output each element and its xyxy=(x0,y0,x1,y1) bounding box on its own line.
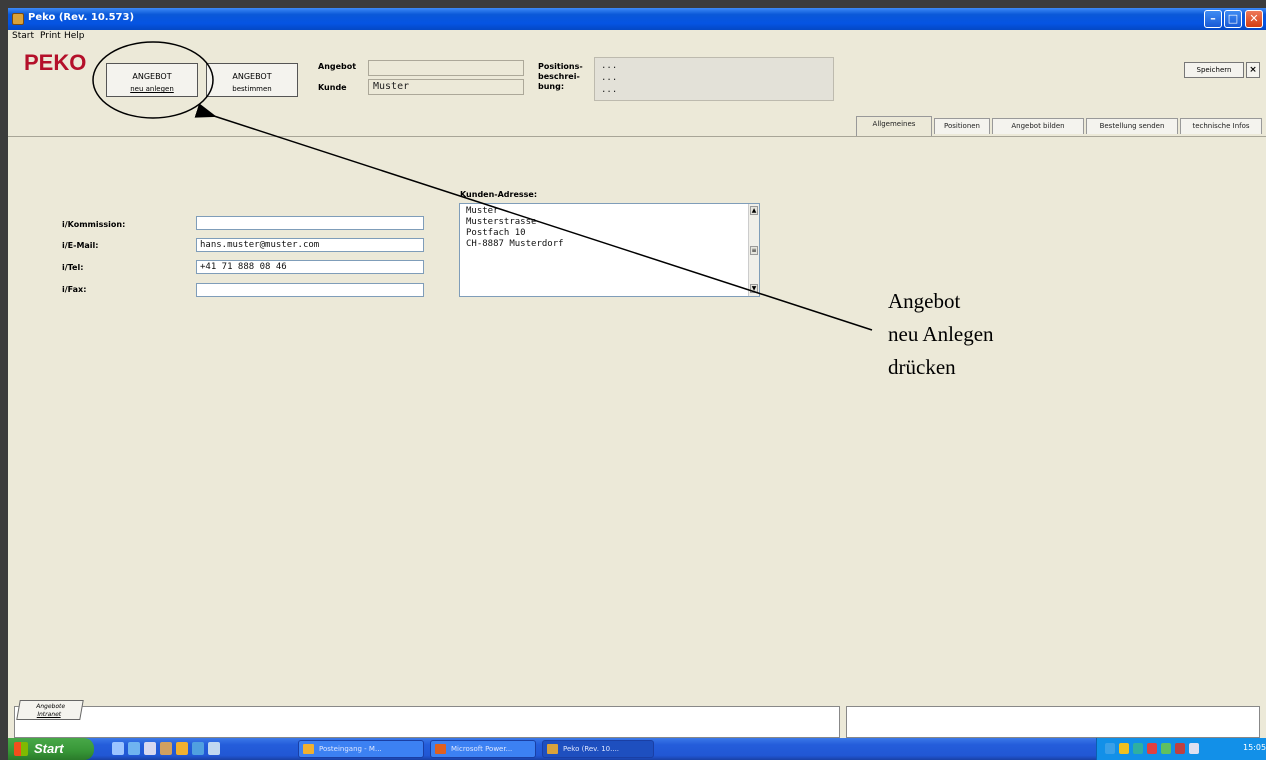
clock[interactable]: 15:05 xyxy=(1243,743,1266,752)
annotation-line: drücken xyxy=(888,355,956,379)
app-window: Peko (Rev. 10.573) – □ ✕ Start Print Hel… xyxy=(8,8,1266,760)
status-tab-sublabel: Intranet xyxy=(36,711,62,718)
volume-icon[interactable] xyxy=(1189,743,1199,754)
taskbar-item-posteingang[interactable]: Posteingang - M... xyxy=(298,740,424,758)
peko-icon xyxy=(547,744,558,754)
outlook-icon xyxy=(303,744,314,754)
windows-logo-icon xyxy=(14,742,28,756)
annotation-arrow xyxy=(194,103,873,331)
tray-app-icon[interactable] xyxy=(1133,743,1143,754)
system-tray: 15:05 xyxy=(1096,738,1266,760)
status-panel-right xyxy=(846,706,1260,738)
taskbar-item-powerpoint[interactable]: Microsoft Power... xyxy=(430,740,536,758)
annotation-line: neu Anlegen xyxy=(888,322,994,346)
taskbar-item-label: Peko (Rev. 10.... xyxy=(563,745,620,753)
quicklaunch-app-icon[interactable] xyxy=(192,742,204,755)
status-tab-angebote[interactable]: Angebote Intranet xyxy=(16,700,84,720)
status-tab-label: Angebote xyxy=(35,703,66,710)
taskbar: Start Posteingang - M... Microsoft Power… xyxy=(8,738,1266,760)
network-icon[interactable] xyxy=(1105,743,1115,754)
quicklaunch-misc-icon[interactable] xyxy=(208,742,220,755)
annotation-line: Angebot xyxy=(888,289,961,313)
tray-antivirus-icon[interactable] xyxy=(1175,743,1185,754)
quicklaunch-outlook-icon[interactable] xyxy=(144,742,156,755)
quicklaunch-tool-icon[interactable] xyxy=(160,742,172,755)
taskbar-item-label: Microsoft Power... xyxy=(451,745,513,753)
tray-alert-icon[interactable] xyxy=(1147,743,1157,754)
start-button[interactable]: Start xyxy=(8,738,94,760)
quicklaunch-folder-icon[interactable] xyxy=(176,742,188,755)
quicklaunch-desktop-icon[interactable] xyxy=(112,742,124,755)
status-panel-left xyxy=(14,706,840,738)
annotation-overlay xyxy=(92,41,873,331)
quicklaunch-ie-icon[interactable] xyxy=(128,742,140,755)
tray-sync-icon[interactable] xyxy=(1161,743,1171,754)
start-label: Start xyxy=(34,741,64,756)
highlight-circle xyxy=(92,41,214,119)
powerpoint-icon xyxy=(435,744,446,754)
taskbar-item-peko[interactable]: Peko (Rev. 10.... xyxy=(542,740,654,758)
security-icon[interactable] xyxy=(1119,743,1129,754)
taskbar-item-label: Posteingang - M... xyxy=(319,745,382,753)
